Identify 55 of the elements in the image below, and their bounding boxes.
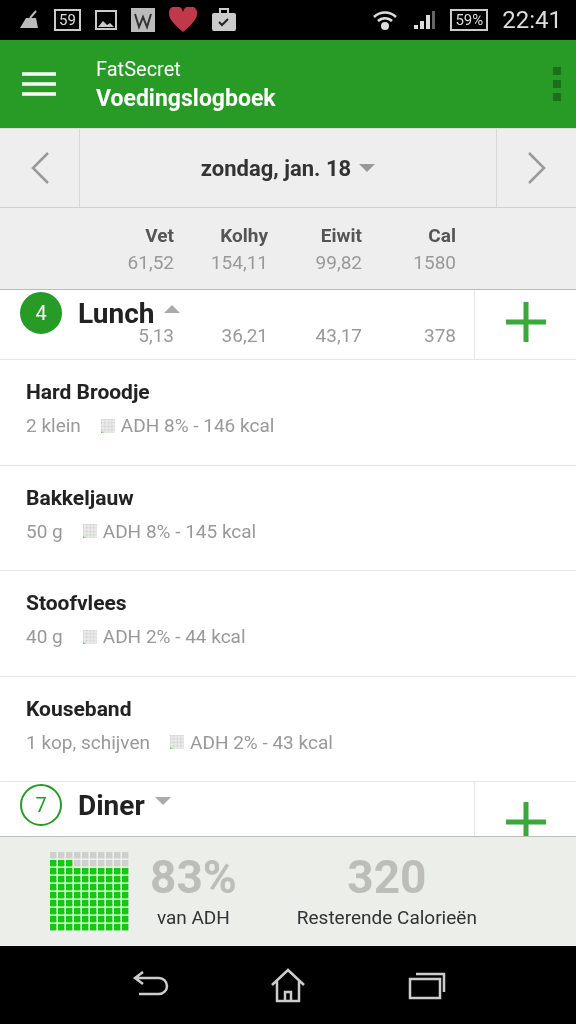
recent-apps-button[interactable] (406, 970, 447, 1000)
battery-indicator: 59% (450, 9, 489, 31)
progress-grid-icon (100, 418, 115, 433)
briefcase-icon (210, 8, 237, 32)
overflow-menu-button[interactable] (552, 67, 562, 101)
notification-count: 59 (54, 9, 81, 31)
signal-icon (412, 9, 437, 31)
chevron-left-icon (29, 151, 50, 185)
chevron-right-icon (526, 151, 547, 185)
percent-label: van ADH (156, 906, 230, 929)
meal-title[interactable]: Diner (78, 788, 145, 822)
meal-total: 36,21 (221, 324, 268, 347)
food-summary: ADH 2% - 43 kcal (190, 730, 333, 754)
clock: 22:41 (502, 6, 562, 34)
food-name: Hard Broodje (26, 380, 151, 404)
remaining-label: Resterende Calorieën (296, 906, 477, 929)
menu-button[interactable] (22, 71, 56, 97)
nutrient-label: Kolhy (220, 223, 268, 247)
heart-icon (168, 7, 197, 33)
broom-icon (18, 10, 40, 30)
dropdown-caret-icon (359, 164, 376, 172)
app-name: FatSecret (96, 56, 182, 81)
nutrient-label: Vet (145, 223, 174, 247)
food-portion: 40 g (26, 625, 63, 648)
add-icon (503, 800, 548, 836)
food-name: Bakkeljauw (26, 485, 135, 510)
food-name: Stoofvlees (26, 591, 128, 615)
food-portion: 50 g (26, 519, 63, 543)
progress-grid-icon (82, 629, 97, 644)
collapse-caret-icon[interactable] (164, 304, 181, 314)
nutrient-total: 1580 (413, 250, 456, 274)
progress-grid-icon (82, 524, 97, 538)
nutrient-total: 61,52 (127, 250, 174, 274)
wifi-icon (372, 9, 399, 31)
food-portion: 2 klein (26, 414, 81, 437)
food-summary: ADH 2% - 44 kcal (102, 625, 246, 648)
expand-caret-icon[interactable] (154, 796, 171, 806)
nutrient-label: Eiwit (320, 223, 362, 247)
food-portion: 1 kop, schijven (26, 730, 150, 754)
nutrient-label: Cal (428, 223, 456, 247)
meal-number: 4 (20, 292, 62, 334)
image-icon (94, 10, 117, 30)
food-summary: ADH 8% - 146 kcal (120, 414, 275, 437)
meal-total: 43,17 (315, 324, 362, 347)
food-summary: ADH 8% - 145 kcal (102, 519, 257, 543)
nutrient-total: 99,82 (315, 250, 362, 274)
meal-number: 7 (20, 784, 62, 826)
screen-title: Voedingslogboek (96, 84, 277, 112)
meal-total: 378 (423, 324, 456, 347)
add-icon (503, 300, 548, 344)
app-tile-icon (130, 8, 155, 32)
nutrient-total: 154,11 (210, 250, 268, 274)
progress-grid-icon (170, 735, 184, 749)
progress-grid-icon (50, 851, 130, 932)
food-name: Kouseband (26, 696, 133, 721)
